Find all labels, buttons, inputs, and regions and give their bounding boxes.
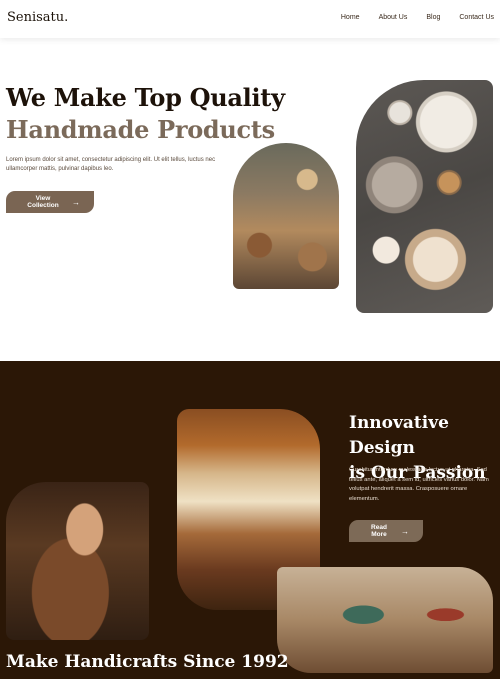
nav-blog[interactable]: Blog	[426, 14, 440, 21]
site-header: Senisatu. Home About Us Blog Contact Us	[0, 0, 500, 38]
hero-title-line2: Handmade Products	[6, 115, 275, 144]
hero-description: Lorem ipsum dolor sit amet, consectetur …	[6, 157, 216, 172]
artisan-painting-image	[6, 482, 149, 640]
ceramic-plates-image	[356, 80, 493, 313]
main-nav: Home About Us Blog Contact Us	[341, 14, 494, 21]
passion-title-line1: Innovative Design	[349, 413, 449, 458]
since-title: Make Handicrafts Since 1992	[6, 652, 289, 672]
read-more-label: Read More	[371, 524, 387, 538]
nav-home[interactable]: Home	[341, 14, 360, 21]
site-logo[interactable]: Senisatu.	[7, 10, 68, 25]
passion-description: Curabitur interdum malesuada lectus ut p…	[349, 467, 489, 502]
arrow-right-icon: →	[72, 197, 80, 207]
hero-title-line1: We Make Top Quality	[6, 83, 285, 112]
arrow-right-icon: →	[401, 526, 409, 536]
craft-store-image	[233, 143, 339, 289]
view-collection-button[interactable]: View Collection →	[6, 191, 94, 213]
hero-title: We Make Top Quality Handmade Products	[6, 82, 285, 146]
read-more-button[interactable]: Read More →	[349, 520, 423, 542]
view-collection-label: View Collection	[27, 195, 59, 209]
nav-about-us[interactable]: About Us	[379, 14, 408, 21]
artisans-working-image	[277, 567, 493, 673]
nav-contact-us[interactable]: Contact Us	[459, 14, 494, 21]
